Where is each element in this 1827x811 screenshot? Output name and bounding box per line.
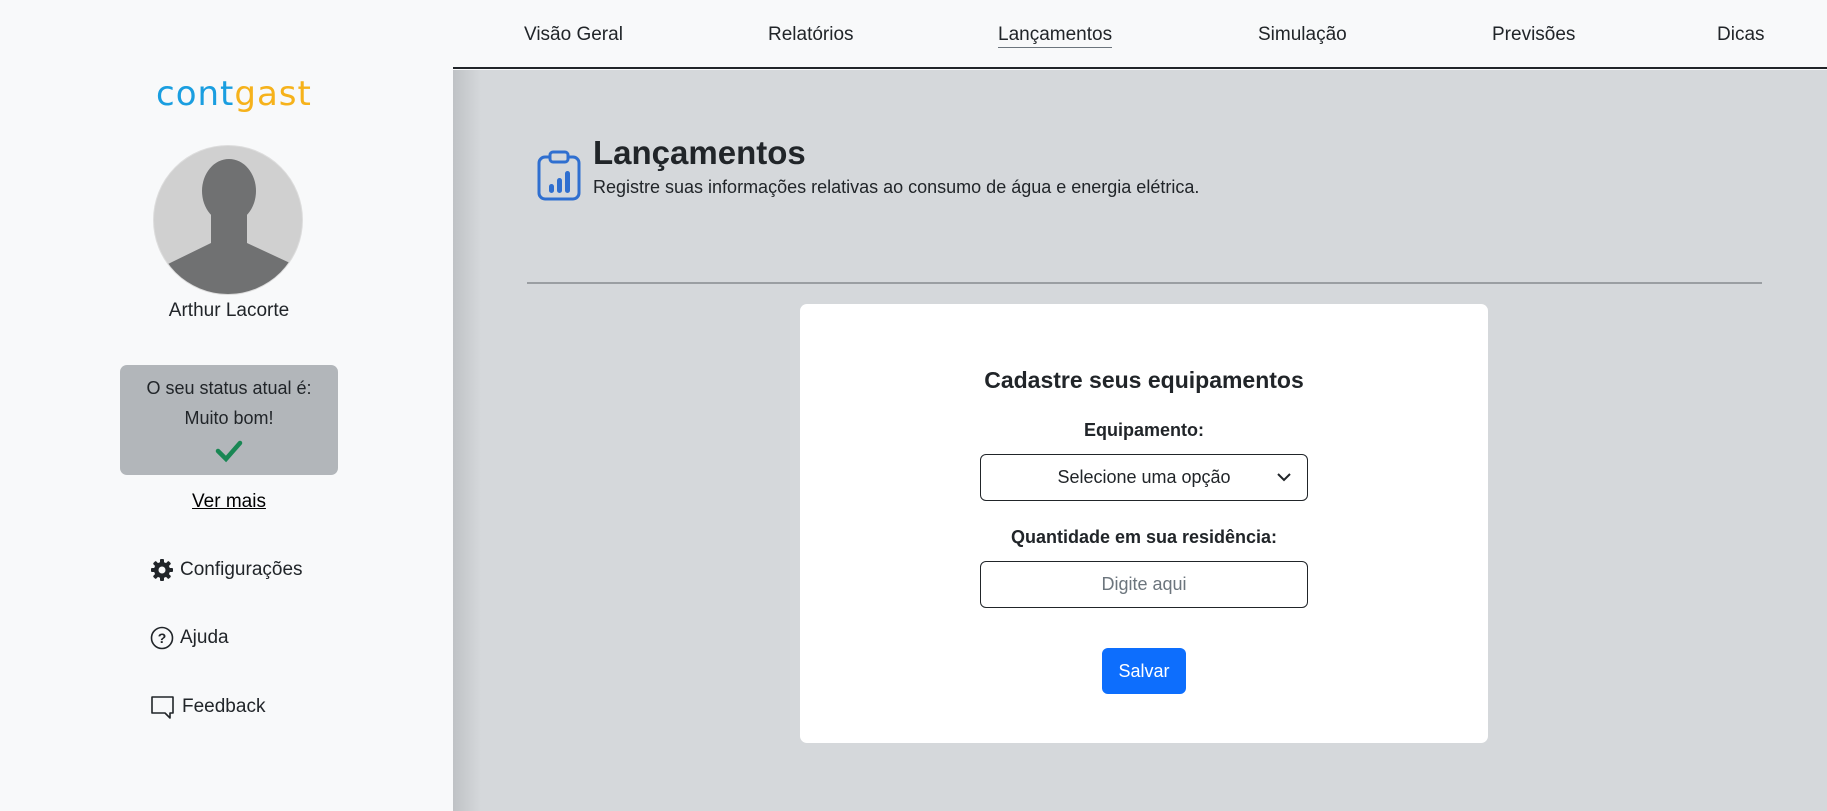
avatar bbox=[153, 145, 303, 295]
sidebar-item-ajuda[interactable]: ? Ajuda bbox=[150, 626, 229, 650]
quantity-input[interactable]: Digite aqui bbox=[980, 561, 1308, 608]
status-value: Muito bom! bbox=[184, 408, 274, 428]
nav-dicas[interactable]: Dicas bbox=[1717, 24, 1765, 46]
form-title: Cadastre seus equipamentos bbox=[984, 367, 1304, 393]
chat-icon bbox=[151, 696, 174, 719]
sidebar-item-feedback[interactable]: Feedback bbox=[150, 694, 265, 720]
equipment-form-card: Cadastre seus equipamentos Equipamento: … bbox=[800, 304, 1488, 743]
nav-lancamentos[interactable]: Lançamentos bbox=[998, 24, 1113, 48]
page-subtitle: Registre suas informações relativas ao c… bbox=[593, 177, 1200, 197]
save-button[interactable]: Salvar bbox=[1102, 648, 1186, 694]
quantity-placeholder: Digite aqui bbox=[1101, 574, 1187, 594]
user-silhouette-icon bbox=[168, 159, 290, 294]
divider bbox=[527, 282, 1762, 284]
logo: contgast bbox=[156, 74, 312, 114]
sidebar-item-label: Ajuda bbox=[180, 627, 229, 648]
check-icon bbox=[215, 440, 243, 463]
gear-icon bbox=[151, 559, 173, 581]
equipment-select-value: Selecione uma opção bbox=[1057, 467, 1231, 487]
status-label: O seu status atual é: bbox=[146, 378, 312, 398]
nav-visao-geral[interactable]: Visão Geral bbox=[524, 24, 623, 46]
svg-text:?: ? bbox=[158, 630, 167, 646]
ver-mais-link[interactable]: Ver mais bbox=[0, 491, 458, 513]
equipment-label: Equipamento: bbox=[1084, 420, 1204, 440]
sidebar-item-label: Configurações bbox=[180, 559, 303, 580]
clipboard-chart-icon bbox=[537, 150, 581, 201]
quantity-label: Quantidade em sua residência: bbox=[1010, 527, 1278, 547]
chevron-down-icon bbox=[1277, 473, 1291, 482]
logo-part2: gast bbox=[234, 74, 312, 114]
logo-part1: cont bbox=[156, 74, 235, 114]
sidebar-item-configuracoes[interactable]: Configurações bbox=[150, 558, 303, 582]
equipment-select[interactable]: Selecione uma opção bbox=[980, 454, 1308, 501]
sidebar-item-label: Feedback bbox=[182, 696, 266, 717]
nav-simulacao[interactable]: Simulação bbox=[1258, 24, 1347, 46]
help-circle-icon: ? bbox=[150, 626, 174, 650]
page-title: Lançamentos bbox=[593, 134, 806, 171]
user-name: Arthur Lacorte bbox=[168, 300, 290, 321]
top-nav: Visão Geral Relatórios Lançamentos Simul… bbox=[453, 0, 1827, 69]
nav-relatorios[interactable]: Relatórios bbox=[768, 24, 854, 46]
status-box: O seu status atual é: Muito bom! bbox=[120, 365, 338, 475]
nav-previsoes[interactable]: Previsões bbox=[1492, 24, 1575, 46]
